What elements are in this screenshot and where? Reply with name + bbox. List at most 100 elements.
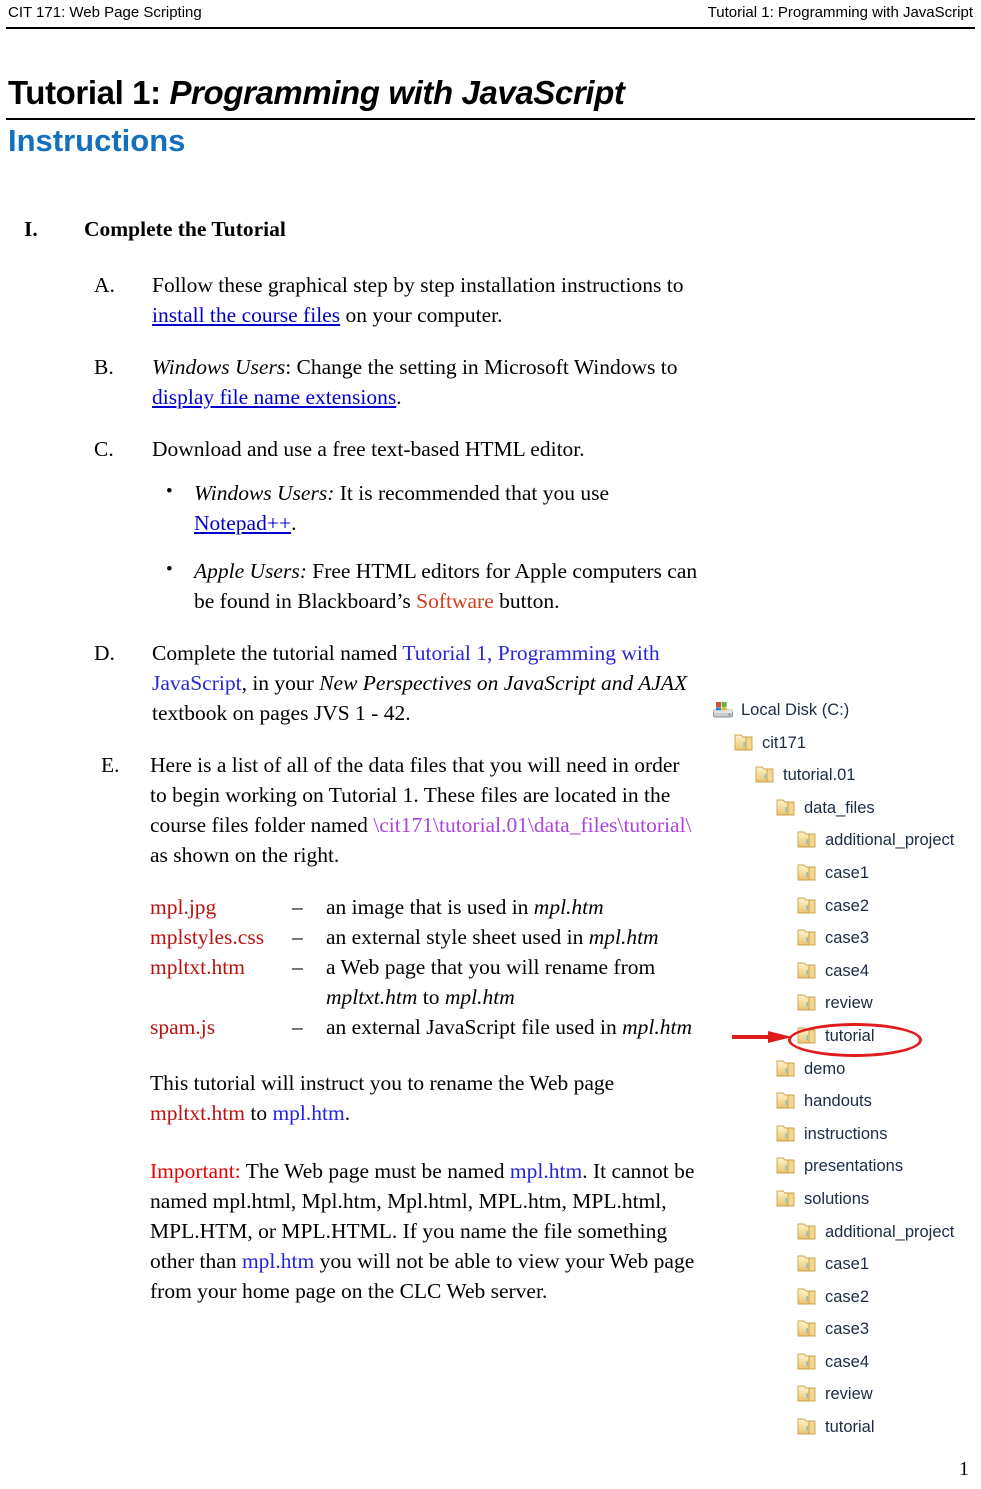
running-header: CIT 171: Web Page Scripting Tutorial 1: … bbox=[8, 4, 973, 26]
folder-icon bbox=[796, 1287, 818, 1307]
item-c-text: Download and use a free text-based HTML … bbox=[152, 437, 585, 461]
outline-marker-d: D. bbox=[94, 641, 115, 665]
tree-item-presentations[interactable]: presentations bbox=[712, 1150, 981, 1183]
folder-icon bbox=[775, 798, 797, 818]
bullet-apple-tail: button. bbox=[493, 589, 560, 613]
tree-item-solutions[interactable]: solutions bbox=[712, 1183, 981, 1216]
tree-item-additional-project[interactable]: additional_project bbox=[712, 1216, 981, 1249]
tree-item-tutorial-01[interactable]: tutorial.01 bbox=[712, 759, 981, 792]
folder-icon bbox=[796, 993, 818, 1013]
header-tutorial-label: Tutorial 1: Programming with JavaScript bbox=[707, 4, 973, 21]
outline-item-c: C. Download and use a free text-based HT… bbox=[0, 434, 700, 616]
file-dash-cell: – bbox=[292, 1015, 303, 1039]
outline-section-I: I. Complete the Tutorial bbox=[0, 214, 700, 244]
tree-item-label: solutions bbox=[804, 1189, 870, 1208]
important-part1: The Web page must be named bbox=[240, 1159, 510, 1183]
folder-icon bbox=[775, 1156, 797, 1176]
tree-item-demo[interactable]: demo bbox=[712, 1053, 981, 1086]
rename-before: This tutorial will instruct you to renam… bbox=[150, 1071, 615, 1095]
folder-icon bbox=[796, 1026, 818, 1046]
file-desc-before: an image that is used in bbox=[326, 895, 534, 919]
important-name1: mpl.htm bbox=[509, 1159, 583, 1183]
folder-icon bbox=[796, 863, 818, 883]
folder-icon bbox=[796, 961, 818, 981]
tree-item-local-disk-c[interactable]: Local Disk (C:) bbox=[712, 694, 981, 727]
tree-item-label: case3 bbox=[825, 929, 870, 948]
tree-item-case4[interactable]: case4 bbox=[712, 955, 981, 988]
tree-item-label: tutorial bbox=[825, 1418, 875, 1437]
bullet-windows-lead: Windows Users: bbox=[194, 481, 335, 505]
item-d-text-before: Complete the tutorial named bbox=[152, 641, 403, 665]
item-d-text-after: , in your bbox=[241, 671, 320, 695]
tree-item-label: case4 bbox=[825, 961, 870, 980]
tree-item-label: case1 bbox=[825, 863, 870, 882]
tree-item-case2[interactable]: case2 bbox=[712, 1281, 981, 1314]
tree-item-additional-project[interactable]: additional_project bbox=[712, 824, 981, 857]
tree-item-label: tutorial.01 bbox=[783, 766, 856, 785]
tree-item-instructions[interactable]: instructions bbox=[712, 1118, 981, 1151]
tree-item-label: additional_project bbox=[825, 1222, 955, 1241]
tree-item-tutorial[interactable]: tutorial bbox=[712, 1411, 981, 1444]
course-files-path: \cit171\tutorial.01\data_files\tutorial\ bbox=[373, 813, 692, 837]
folder-icon bbox=[796, 1222, 818, 1242]
outline-section-title: Complete the Tutorial bbox=[84, 217, 286, 241]
notepad-plus-plus-link[interactable]: Notepad++ bbox=[194, 511, 291, 535]
tree-item-label: tutorial bbox=[825, 1026, 875, 1045]
tree-item-case3[interactable]: case3 bbox=[712, 922, 981, 955]
table-row: mpl.jpg – an image that is used in mpl.h… bbox=[150, 892, 700, 922]
folder-icon bbox=[754, 765, 776, 785]
bullet-dot-icon: • bbox=[166, 481, 173, 502]
tree-item-label: case2 bbox=[825, 896, 870, 915]
tree-item-review[interactable]: review bbox=[712, 987, 981, 1020]
bullet-windows-users: • Windows Users: It is recommended that … bbox=[152, 478, 700, 538]
page-title-italic: Programming with JavaScript bbox=[169, 74, 625, 111]
folder-icon bbox=[796, 830, 818, 850]
bullet-windows-text: It is recommended that you use bbox=[334, 481, 610, 505]
tree-item-label: data_files bbox=[804, 798, 875, 817]
tree-item-review[interactable]: review bbox=[712, 1378, 981, 1411]
tree-item-cit171[interactable]: cit171 bbox=[712, 727, 981, 760]
bullet-windows-tail: . bbox=[291, 511, 297, 535]
outline-marker-e: E. bbox=[101, 753, 120, 777]
drive-icon bbox=[712, 700, 734, 720]
item-d-comma: , bbox=[487, 641, 498, 665]
outline-marker-b: B. bbox=[94, 355, 114, 379]
tree-item-case4[interactable]: case4 bbox=[712, 1346, 981, 1379]
tree-item-label: review bbox=[825, 1385, 873, 1404]
tree-item-case1[interactable]: case1 bbox=[712, 857, 981, 890]
outline-marker-c: C. bbox=[94, 437, 114, 461]
file-desc-italic: mpl.htm bbox=[533, 895, 604, 919]
header-divider bbox=[6, 27, 975, 29]
rename-after: . bbox=[344, 1101, 351, 1125]
tree-item-case2[interactable]: case2 bbox=[712, 890, 981, 923]
document-page: CIT 171: Web Page Scripting Tutorial 1: … bbox=[0, 0, 981, 1489]
important-paragraph: Important: The Web page must be named mp… bbox=[150, 1156, 700, 1306]
tree-item-case3[interactable]: case3 bbox=[712, 1313, 981, 1346]
tree-item-tutorial[interactable]: tutorial bbox=[712, 1020, 981, 1057]
page-title: Tutorial 1: Programming with JavaScript bbox=[8, 74, 625, 112]
file-desc-italic: mpl.htm bbox=[588, 925, 659, 949]
bullet-dot-icon: • bbox=[166, 559, 173, 580]
tree-item-data-files[interactable]: data_files bbox=[712, 792, 981, 825]
textbook-title: New Perspectives on JavaScript and AJAX bbox=[319, 671, 688, 695]
important-label: Important: bbox=[150, 1159, 241, 1183]
tree-item-case1[interactable]: case1 bbox=[712, 1248, 981, 1281]
title-divider bbox=[6, 118, 975, 120]
folder-icon bbox=[775, 1189, 797, 1209]
install-course-files-link[interactable]: install the course files bbox=[152, 303, 340, 327]
file-name-cell: mpltxt.htm bbox=[150, 955, 245, 979]
display-file-name-extensions-link[interactable]: display file name extensions bbox=[152, 385, 396, 409]
tree-item-label: case2 bbox=[825, 1287, 870, 1306]
item-c-bullet-list: • Windows Users: It is recommended that … bbox=[152, 478, 700, 616]
table-row: mpltxt.htm – a Web page that you will re… bbox=[150, 952, 700, 1012]
bullet-apple-lead: Apple Users: bbox=[194, 559, 307, 583]
file-name-cell: spam.js bbox=[150, 1015, 216, 1039]
file-dash-cell: – bbox=[292, 955, 303, 979]
tree-item-handouts[interactable]: handouts bbox=[712, 1085, 981, 1118]
folder-icon bbox=[796, 896, 818, 916]
outline-item-e: E. Here is a list of all of the data fil… bbox=[0, 750, 700, 1306]
folder-icon bbox=[796, 1352, 818, 1372]
tree-item-label: additional_project bbox=[825, 831, 955, 850]
header-course-label: CIT 171: Web Page Scripting bbox=[8, 4, 202, 21]
bullet-apple-users: • Apple Users: Free HTML editors for App… bbox=[152, 556, 700, 616]
